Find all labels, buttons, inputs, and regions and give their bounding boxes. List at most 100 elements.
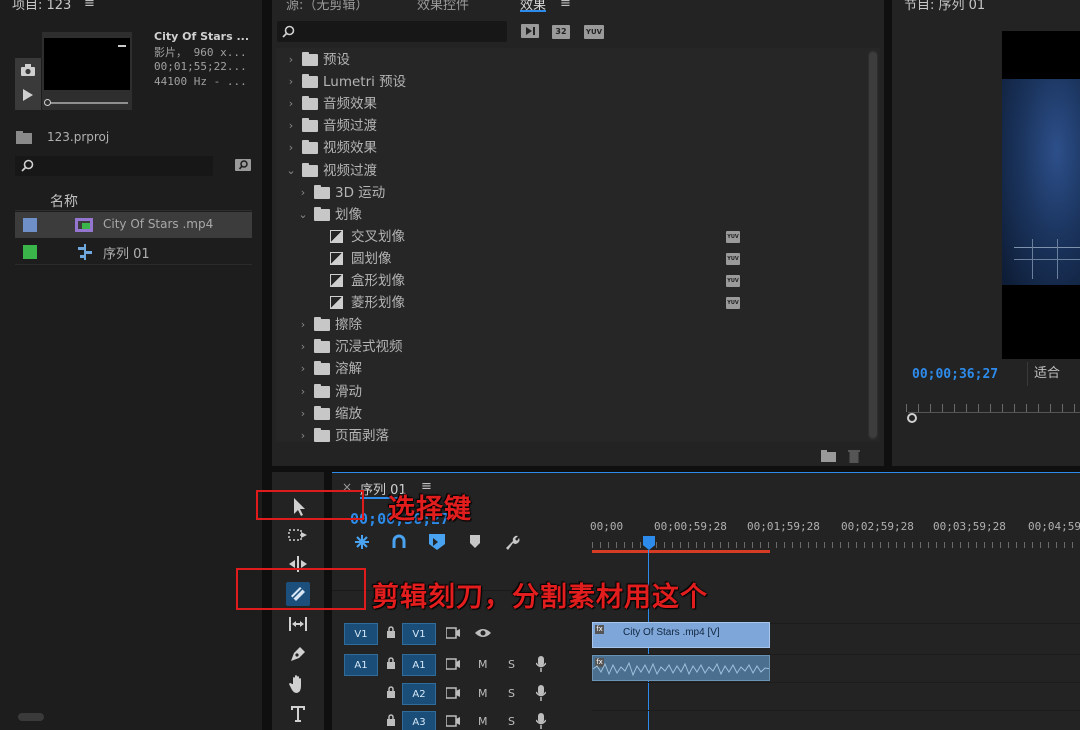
play-icon[interactable] <box>23 89 33 101</box>
tab-source[interactable]: 源:（无剪辑） <box>286 0 368 13</box>
voiceover-mic-icon[interactable] <box>535 656 547 675</box>
sync-lock-icon[interactable] <box>445 715 460 730</box>
clip-color-label[interactable] <box>23 218 37 232</box>
chevron-right-icon[interactable]: › <box>286 93 296 115</box>
sequence-color-label[interactable] <box>23 245 37 259</box>
camera-icon[interactable] <box>21 64 35 76</box>
effects-tree-item[interactable]: ⌄ 划像 <box>276 204 866 226</box>
solo-button[interactable]: S <box>508 687 515 700</box>
track-target-a3[interactable]: A3 <box>402 711 436 730</box>
program-playhead-knob[interactable] <box>907 413 917 423</box>
mute-button[interactable]: M <box>478 715 488 728</box>
program-title[interactable]: 节目: 序列 01 <box>904 0 985 13</box>
source-patch-a1[interactable]: A1 <box>344 654 378 676</box>
lock-icon[interactable] <box>386 686 396 701</box>
mute-button[interactable]: M <box>478 687 488 700</box>
chevron-right-icon[interactable]: › <box>286 49 296 71</box>
effects-tree-item[interactable]: › 溶解 <box>276 358 866 380</box>
add-marker-edit-icon[interactable] <box>428 533 446 551</box>
mute-button[interactable]: M <box>478 658 488 671</box>
accelerated-effects-icon[interactable] <box>521 24 539 38</box>
project-item-clip[interactable]: City Of Stars .mp4 <box>15 212 252 238</box>
32bit-effects-icon[interactable]: 32 <box>552 25 570 39</box>
pen-tool-icon[interactable] <box>286 642 310 666</box>
solo-button[interactable]: S <box>508 715 515 728</box>
program-video-frame[interactable] <box>1002 31 1080 359</box>
effects-search-input[interactable] <box>277 21 507 42</box>
chevron-right-icon[interactable]: › <box>298 358 308 380</box>
program-timecode[interactable]: 00;00;36;27 <box>912 367 998 382</box>
timeline-ruler[interactable]: 00;00 00;00;59;28 00;01;59;28 00;02;59;28 00… <box>590 514 1080 554</box>
effects-tree-item[interactable]: 圆划像 YUV <box>276 248 866 270</box>
hand-tool-icon[interactable] <box>286 672 310 696</box>
track-target-a1[interactable]: A1 <box>402 654 436 676</box>
effects-tree-item[interactable]: 盒形划像 YUV <box>276 270 866 292</box>
track-target-a2[interactable]: A2 <box>402 683 436 705</box>
chevron-right-icon[interactable]: › <box>298 425 308 447</box>
chevron-down-icon[interactable]: ⌄ <box>286 160 296 182</box>
tab-effects[interactable]: 效果 <box>520 0 547 12</box>
chevron-right-icon[interactable]: › <box>298 336 308 358</box>
effects-tree-item[interactable]: ⌄ 视频过渡 <box>276 160 866 182</box>
sync-lock-icon[interactable] <box>445 658 460 673</box>
zoom-slider[interactable] <box>18 713 44 721</box>
effects-tree-item[interactable]: › 视频效果 <box>276 137 866 159</box>
effects-scrollbar[interactable] <box>868 50 878 440</box>
effects-tree-item[interactable]: › 音频效果 <box>276 93 866 115</box>
effects-tree-item[interactable]: › 音频过渡 <box>276 115 866 137</box>
chevron-right-icon[interactable]: › <box>298 182 308 204</box>
lock-icon[interactable] <box>386 626 396 641</box>
effects-tree-item[interactable]: › 页面剥落 <box>276 425 866 447</box>
chevron-down-icon[interactable]: ⌄ <box>298 204 308 226</box>
slip-tool-icon[interactable] <box>286 612 310 636</box>
tab-effect-controls[interactable]: 效果控件 <box>417 0 469 13</box>
chevron-right-icon[interactable]: › <box>298 381 308 403</box>
column-name[interactable]: 名称 <box>50 191 78 211</box>
effects-tree-item[interactable]: 菱形划像 YUV <box>276 292 866 314</box>
effects-tree-item[interactable]: 交叉划像 YUV <box>276 226 866 248</box>
fit-dropdown[interactable]: 适合 <box>1027 362 1080 386</box>
effects-tree-item[interactable]: › Lumetri 预设 <box>276 71 866 93</box>
chevron-right-icon[interactable]: › <box>298 403 308 425</box>
voiceover-mic-icon[interactable] <box>535 713 547 730</box>
lock-icon[interactable] <box>386 657 396 672</box>
trash-icon[interactable] <box>848 449 860 463</box>
audio-clip[interactable]: fx <box>592 655 770 681</box>
voiceover-mic-icon[interactable] <box>535 685 547 704</box>
project-search-input[interactable] <box>15 156 213 176</box>
program-ruler[interactable] <box>906 404 1080 412</box>
track-target-v1[interactable]: V1 <box>402 623 436 645</box>
effects-tree-item[interactable]: › 预设 <box>276 49 866 71</box>
wrench-icon[interactable] <box>504 534 520 550</box>
track-select-tool-icon[interactable] <box>286 523 310 547</box>
thumbnail-scrub-knob[interactable] <box>44 99 51 106</box>
magnet-link-icon[interactable] <box>391 534 407 550</box>
solo-button[interactable]: S <box>508 658 515 671</box>
sync-lock-icon[interactable] <box>445 627 460 642</box>
effects-menu-icon[interactable]: ≡ <box>560 0 571 11</box>
project-panel-title[interactable]: 项目: 123 <box>12 0 71 13</box>
effects-tree-item[interactable]: › 沉浸式视频 <box>276 336 866 358</box>
thumbnail-scrub-bar[interactable] <box>46 102 128 104</box>
chevron-right-icon[interactable]: › <box>286 115 296 137</box>
program-scrub-track[interactable] <box>908 412 1080 413</box>
marker-icon[interactable] <box>469 535 481 549</box>
effects-tree-item[interactable]: › 3D 运动 <box>276 182 866 204</box>
effects-tree-item[interactable]: › 滑动 <box>276 381 866 403</box>
effects-scroll-thumb[interactable] <box>869 52 877 438</box>
sync-lock-icon[interactable] <box>445 687 460 702</box>
new-bin-icon[interactable] <box>821 450 836 462</box>
video-clip[interactable]: fx City Of Stars .mp4 [V] <box>592 622 770 648</box>
snap-icon[interactable] <box>354 534 370 550</box>
chevron-right-icon[interactable]: › <box>286 137 296 159</box>
effects-tree-item[interactable]: › 擦除 <box>276 314 866 336</box>
source-patch-v1[interactable]: V1 <box>344 623 378 645</box>
chevron-right-icon[interactable]: › <box>298 314 308 336</box>
effects-tree-item[interactable]: › 缩放 <box>276 403 866 425</box>
find-icon[interactable] <box>235 158 251 172</box>
type-tool-icon[interactable] <box>286 701 310 725</box>
project-item-sequence[interactable]: 序列 01 <box>15 239 252 265</box>
yuv-effects-icon[interactable]: YUV <box>584 25 604 39</box>
project-menu-icon[interactable]: ≡ <box>84 0 95 11</box>
lock-icon[interactable] <box>386 714 396 729</box>
